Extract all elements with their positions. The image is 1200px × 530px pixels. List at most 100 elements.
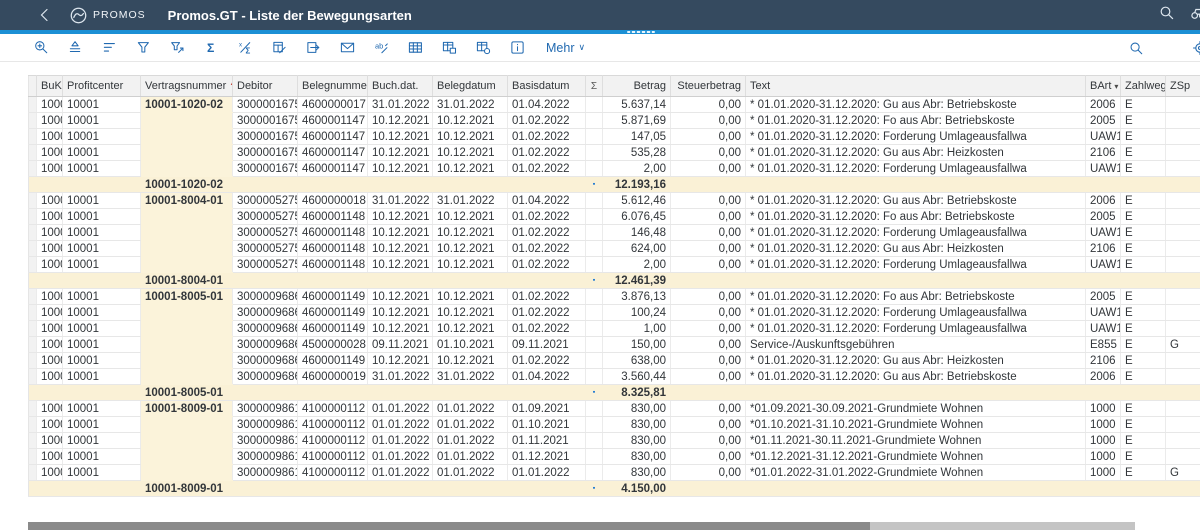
cell-debitor[interactable]: 3000009861	[233, 433, 298, 449]
cell-profitcenter[interactable]: 10001	[63, 465, 141, 481]
cell-debitor[interactable]: 3000009686	[233, 369, 298, 385]
cell-zahlweg[interactable]: E	[1121, 161, 1166, 177]
cell-vertragsnummer[interactable]	[141, 145, 233, 161]
cell-basisdatum[interactable]: 01.01.2022	[508, 465, 586, 481]
cell-text[interactable]: * 01.01.2020-31.12.2020: Forderung Umlag…	[746, 161, 1086, 177]
cell-text[interactable]: * 01.01.2020-31.12.2020: Gu aus Abr: Hei…	[746, 241, 1086, 257]
cell-basisdatum[interactable]: 01.02.2022	[508, 353, 586, 369]
cell-zsp[interactable]	[1166, 161, 1200, 177]
cell-belegnummer[interactable]: 4600000018	[298, 193, 368, 209]
cell-zsp[interactable]	[1166, 305, 1200, 321]
cell-bukr[interactable]: 1000	[37, 289, 63, 305]
cell-bart[interactable]: 2006	[1086, 369, 1121, 385]
cell-buchdat[interactable]: 01.01.2022	[368, 433, 433, 449]
cell-profitcenter[interactable]: 10001	[63, 145, 141, 161]
cell-bart[interactable]: UAW1	[1086, 161, 1121, 177]
cell-belegnummer[interactable]: 4100000112	[298, 449, 368, 465]
cell-profitcenter[interactable]: 10001	[63, 161, 141, 177]
zoom-in-icon[interactable]	[33, 40, 49, 56]
cell-zsp[interactable]	[1166, 193, 1200, 209]
cell-belegnummer[interactable]: 4600001147	[298, 113, 368, 129]
cell-steuerbetrag[interactable]: 0,00	[671, 337, 746, 353]
cell-betrag[interactable]: 3.560,44	[603, 369, 671, 385]
table-row[interactable]: 10001000110001-8004-01300000527546000000…	[29, 193, 1200, 209]
cell-text[interactable]: * 01.01.2020-31.12.2020: Fo aus Abr: Bet…	[746, 113, 1086, 129]
cell-bart[interactable]: 1000	[1086, 465, 1121, 481]
cell-debitor[interactable]: 3000005275	[233, 193, 298, 209]
cell-profitcenter[interactable]: 10001	[63, 337, 141, 353]
cell-betrag[interactable]: 100,24	[603, 305, 671, 321]
cell-basisdatum[interactable]: 01.11.2021	[508, 433, 586, 449]
table-row[interactable]: 1000100013000005275460000114810.12.20211…	[29, 241, 1200, 257]
cell-bukr[interactable]: 1000	[37, 129, 63, 145]
cell-text[interactable]: * 01.01.2020-31.12.2020: Gu aus Abr: Bet…	[746, 369, 1086, 385]
cell-selector[interactable]	[29, 161, 37, 177]
cell-belegnummer[interactable]: 4600001148	[298, 241, 368, 257]
change-layout-icon[interactable]	[475, 40, 491, 56]
cell-zsp[interactable]	[1166, 129, 1200, 145]
column-header-basisdatum[interactable]: Basisdatum	[508, 76, 586, 97]
cell-bart[interactable]: UAW1	[1086, 225, 1121, 241]
table-row[interactable]: 1000100013000009686450000002809.11.20210…	[29, 337, 1200, 353]
table-row[interactable]: 10001000110001-8005-01300000968646000011…	[29, 289, 1200, 305]
cell-bart[interactable]: UAW1	[1086, 129, 1121, 145]
cell-selector[interactable]	[29, 305, 37, 321]
cell-vertragsnummer[interactable]	[141, 353, 233, 369]
cell-betrag[interactable]: 830,00	[603, 401, 671, 417]
cell-bukr[interactable]: 1000	[37, 321, 63, 337]
table-row[interactable]: 1000100013000009686460000114910.12.20211…	[29, 353, 1200, 369]
cell-bukr[interactable]: 1000	[37, 465, 63, 481]
cell-buchdat[interactable]: 31.01.2022	[368, 369, 433, 385]
cell-basisdatum[interactable]: 09.11.2021	[508, 337, 586, 353]
cell-debitor[interactable]: 3000001675	[233, 145, 298, 161]
cell-text[interactable]: * 01.01.2020-31.12.2020: Forderung Umlag…	[746, 129, 1086, 145]
cell-buchdat[interactable]: 10.12.2021	[368, 113, 433, 129]
print-view-icon[interactable]	[271, 40, 287, 56]
cell-debitor[interactable]: 3000005275	[233, 257, 298, 273]
cell-belegdatum[interactable]: 10.12.2021	[433, 289, 508, 305]
cell-selector[interactable]	[29, 145, 37, 161]
cell-belegdatum[interactable]: 10.12.2021	[433, 145, 508, 161]
cell-vertragsnummer[interactable]	[141, 305, 233, 321]
cell-steuerbetrag[interactable]: 0,00	[671, 113, 746, 129]
cell-zsp[interactable]: G	[1166, 337, 1200, 353]
cell-belegnummer[interactable]: 4600000017	[298, 97, 368, 113]
cell-zsp[interactable]	[1166, 225, 1200, 241]
cell-steuerbetrag[interactable]: 0,00	[671, 401, 746, 417]
cell-basisdatum[interactable]: 01.02.2022	[508, 225, 586, 241]
cell-betrag[interactable]: 830,00	[603, 417, 671, 433]
cell-vertragsnummer[interactable]	[141, 433, 233, 449]
cell-zahlweg[interactable]: E	[1121, 129, 1166, 145]
cell-zahlweg[interactable]: E	[1121, 449, 1166, 465]
cell-belegdatum[interactable]: 31.01.2022	[433, 97, 508, 113]
cell-profitcenter[interactable]: 10001	[63, 129, 141, 145]
cell-text[interactable]: *01.10.2021-31.10.2021-Grundmiete Wohnen	[746, 417, 1086, 433]
cell-debitor[interactable]: 3000001675	[233, 97, 298, 113]
cell-bukr[interactable]: 1000	[37, 257, 63, 273]
cell-zahlweg[interactable]: E	[1121, 209, 1166, 225]
cell-profitcenter[interactable]: 10001	[63, 97, 141, 113]
table-row[interactable]: 1000100013000009861410000011201.01.20220…	[29, 417, 1200, 433]
cell-bart[interactable]: 2005	[1086, 113, 1121, 129]
cell-selector[interactable]	[29, 97, 37, 113]
column-header-belegnummer[interactable]: Belegnummer	[298, 76, 368, 97]
cell-zsp[interactable]	[1166, 145, 1200, 161]
cell-belegnummer[interactable]: 4600001149	[298, 321, 368, 337]
cell-bukr[interactable]: 1000	[37, 225, 63, 241]
cell-basisdatum[interactable]: 01.04.2022	[508, 193, 586, 209]
cell-belegdatum[interactable]: 10.12.2021	[433, 257, 508, 273]
cell-text[interactable]: * 01.01.2020-31.12.2020: Forderung Umlag…	[746, 225, 1086, 241]
cell-profitcenter[interactable]: 10001	[63, 225, 141, 241]
cell-buchdat[interactable]: 10.12.2021	[368, 289, 433, 305]
cell-text[interactable]: *01.09.2021-30.09.2021-Grundmiete Wohnen	[746, 401, 1086, 417]
cell-betrag[interactable]: 5.871,69	[603, 113, 671, 129]
cell-belegnummer[interactable]: 4600001149	[298, 353, 368, 369]
cell-debitor[interactable]: 3000009861	[233, 465, 298, 481]
cell-bart[interactable]: 2006	[1086, 97, 1121, 113]
cell-bart[interactable]: 2106	[1086, 145, 1121, 161]
cell-profitcenter[interactable]: 10001	[63, 353, 141, 369]
cell-belegdatum[interactable]: 01.01.2022	[433, 449, 508, 465]
cell-vertragsnummer[interactable]	[141, 129, 233, 145]
cell-basisdatum[interactable]: 01.02.2022	[508, 257, 586, 273]
cell-buchdat[interactable]: 10.12.2021	[368, 321, 433, 337]
